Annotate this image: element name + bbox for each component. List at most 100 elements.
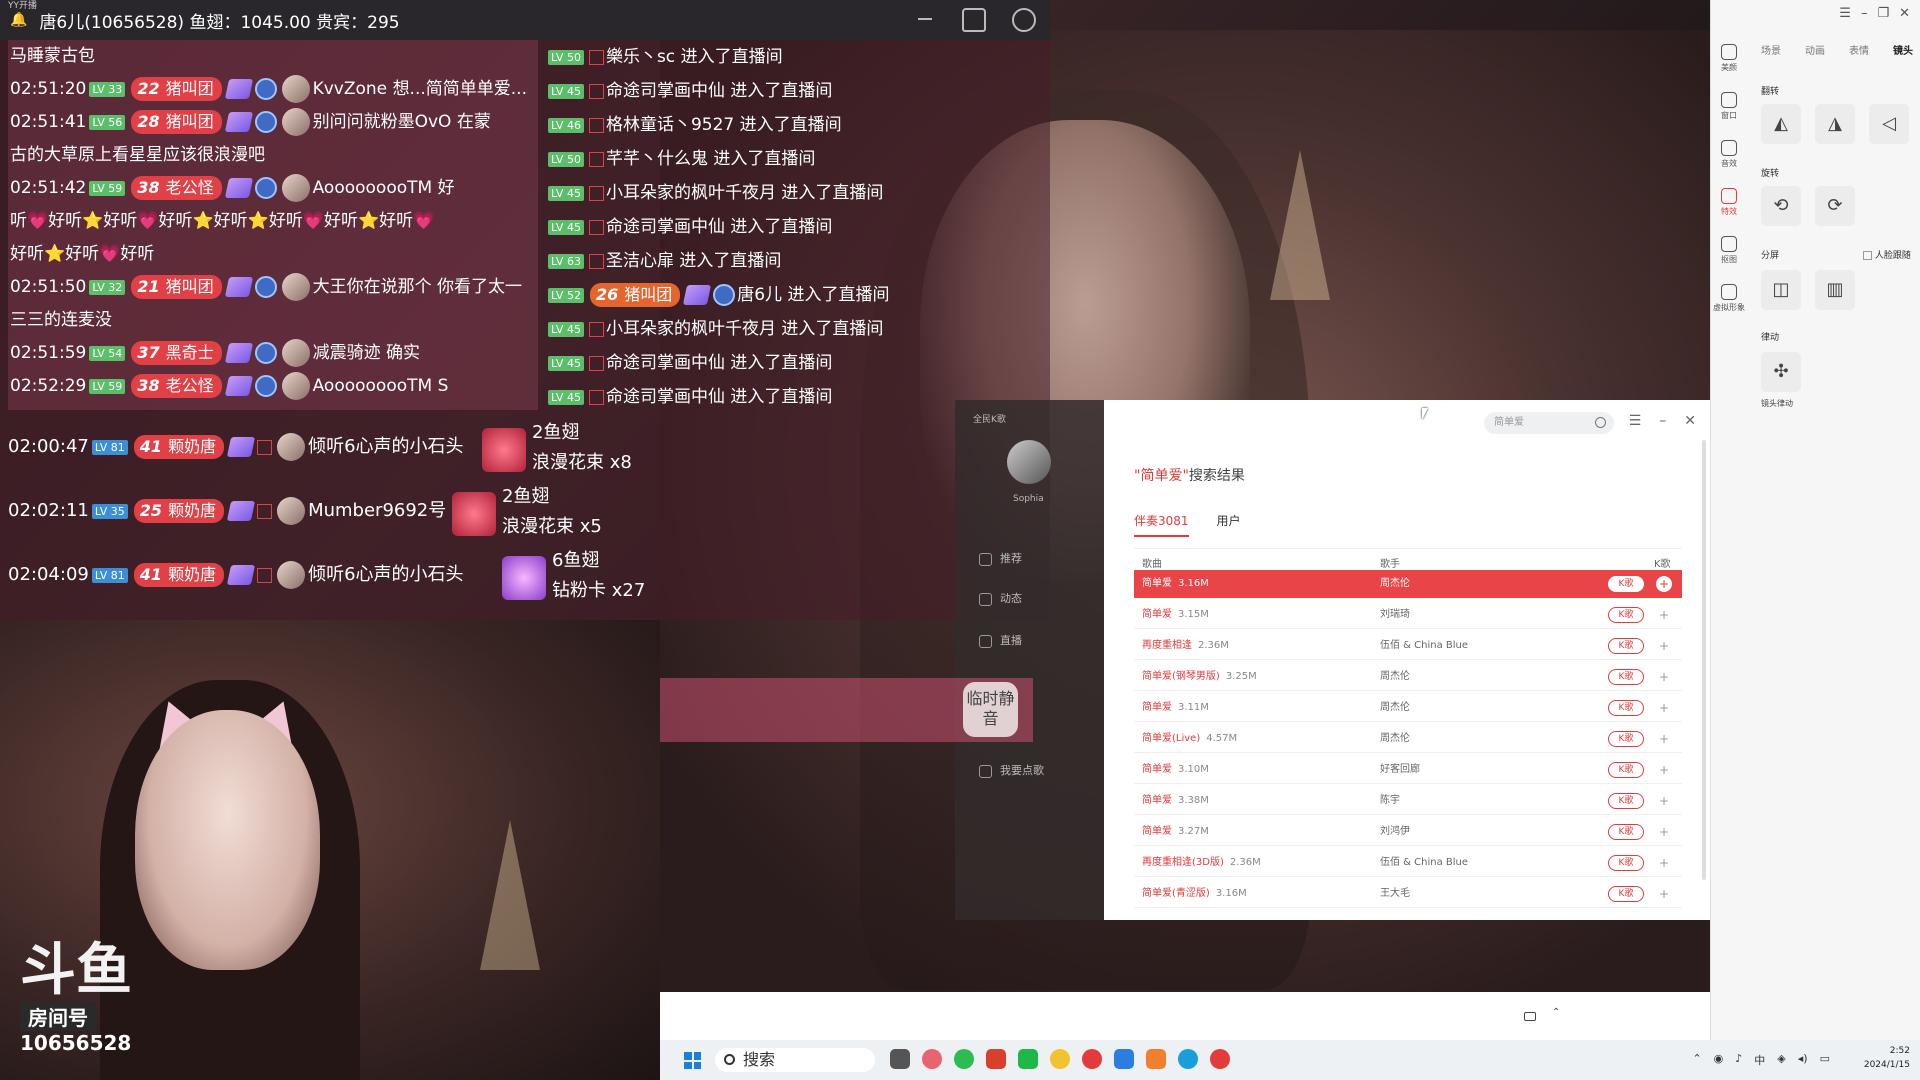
song-name[interactable]: 简单爱 3.15M	[1142, 601, 1209, 629]
flip-vertical-button[interactable]: ◮	[1815, 104, 1855, 144]
add-icon[interactable]: +	[1656, 731, 1672, 747]
scrollbar[interactable]	[1702, 440, 1706, 880]
song-singer[interactable]: 周杰伦	[1380, 663, 1410, 691]
song-row[interactable]: 再度重相逢(3D版) 2.36M 伍佰 & China Blue K歌 +	[1134, 849, 1682, 877]
song-row[interactable]: 再度重相逢 2.36M 伍佰 & China Blue K歌 +	[1134, 632, 1682, 660]
song-row[interactable]: 简单爱(青涩版) 3.16M 王大毛 K歌 +	[1134, 880, 1682, 908]
chevron-up-icon[interactable]: ⌃	[1692, 1052, 1701, 1068]
ksong-button[interactable]: K歌	[1608, 824, 1644, 840]
entry-username[interactable]: 小耳朵家的枫叶千夜月	[606, 319, 776, 339]
add-icon[interactable]: +	[1656, 886, 1672, 902]
ctrl-tab[interactable]: 镜头	[1893, 42, 1913, 57]
song-name[interactable]: 简单爱 3.38M	[1142, 787, 1209, 815]
ksong-button[interactable]: K歌	[1608, 607, 1644, 623]
avatar[interactable]	[277, 561, 306, 589]
entry-username[interactable]: 芊芊丶什么鬼	[606, 149, 708, 169]
ksong-button[interactable]: K歌	[1608, 762, 1644, 778]
song-singer[interactable]: 王大毛	[1380, 880, 1410, 908]
chat-username[interactable]: 别问问就粉墨OvO	[313, 112, 452, 132]
wechat-icon[interactable]	[954, 1049, 974, 1069]
ksong-menu-item[interactable]: 推荐	[979, 550, 1022, 566]
rail-item[interactable]: 窗口	[1711, 92, 1747, 136]
song-singer[interactable]: 刘瑞琦	[1380, 601, 1410, 629]
ksong-button[interactable]: K歌	[1608, 886, 1644, 902]
fan-badge[interactable]: 21 猪叫团	[131, 275, 222, 299]
camera-icon[interactable]	[1524, 1012, 1536, 1021]
menu-icon[interactable]: ☰	[1839, 6, 1851, 21]
avatar[interactable]	[281, 372, 310, 400]
fan-badge[interactable]: 38 老公怪	[131, 176, 222, 200]
ksong-menu-item[interactable]: 直播	[979, 632, 1022, 648]
avatar[interactable]	[281, 108, 310, 136]
edge-icon[interactable]	[1178, 1049, 1198, 1069]
fan-badge[interactable]: 26 猪叫团	[589, 283, 681, 307]
rotate-right-button[interactable]: ⟳	[1815, 186, 1855, 226]
windows-start-icon[interactable]	[684, 1052, 701, 1069]
song-singer[interactable]: 刘鸿伊	[1380, 818, 1410, 846]
ctrl-tab[interactable]: 动画	[1805, 42, 1825, 57]
entry-username[interactable]: 命途司掌画中仙	[606, 81, 725, 101]
song-row[interactable]: 简单爱 3.11M 周杰伦 K歌 +	[1134, 694, 1682, 722]
app-tray-icon[interactable]: ◉	[1714, 1052, 1724, 1068]
gift-username[interactable]: 倾听6心声的小石头	[308, 436, 463, 457]
lens-motion-button[interactable]: ✣	[1761, 352, 1801, 392]
app-icon-5[interactable]	[1146, 1049, 1166, 1069]
ksong-button[interactable]: K歌	[1608, 855, 1644, 871]
rail-item[interactable]: 抠图	[1711, 236, 1747, 280]
fan-badge[interactable]: 28 猪叫团	[131, 110, 222, 134]
fan-badge[interactable]: 41 颗奶唐	[133, 435, 225, 459]
chat-titlebar[interactable]: 🔔 YY开播 唐6儿(10656528) 鱼翅：1045.00 贵宾：295	[0, 0, 1050, 40]
entry-username[interactable]: 圣洁心扉	[606, 251, 674, 271]
rail-item[interactable]: 美颜	[1711, 44, 1747, 88]
chrome-icon[interactable]	[1050, 1049, 1070, 1069]
ksong-menu-item[interactable]: 我要点歌	[979, 762, 1044, 778]
song-singer[interactable]: 周杰伦	[1380, 694, 1410, 722]
entry-username[interactable]: 唐6儿	[737, 285, 782, 305]
song-row[interactable]: 简单爱(Live) 4.57M 周杰伦 K歌 +	[1134, 725, 1682, 753]
fan-badge[interactable]: 37 黑奇士	[131, 341, 222, 365]
entry-username[interactable]: 格林童话丶9527	[606, 115, 734, 135]
chat-username[interactable]: AooooooooTM	[313, 376, 433, 396]
ksong-button[interactable]: K歌	[1608, 731, 1644, 747]
ime-indicator[interactable]: 中	[1754, 1052, 1765, 1068]
split-two-button[interactable]: ◫	[1761, 270, 1801, 310]
search-icon[interactable]	[1595, 417, 1606, 428]
song-name[interactable]: 再度重相逢 2.36M	[1142, 632, 1229, 660]
entry-username[interactable]: 命途司掌画中仙	[606, 387, 725, 407]
chat-username[interactable]: 大王你在说那个	[313, 277, 432, 297]
minimize-icon[interactable]: –	[1659, 413, 1666, 429]
fan-badge[interactable]: 41 颗奶唐	[133, 563, 225, 587]
wifi-icon[interactable]: ◈	[1777, 1052, 1785, 1068]
add-icon[interactable]: +	[1656, 700, 1672, 716]
ksong-menu-item[interactable]: 动态	[979, 590, 1022, 606]
song-singer[interactable]: 周杰伦	[1380, 570, 1410, 598]
bell-icon[interactable]: 🔔	[10, 12, 27, 28]
lock-icon[interactable]	[962, 8, 986, 32]
song-name[interactable]: 简单爱(青涩版) 3.16M	[1142, 880, 1247, 908]
avatar[interactable]	[277, 433, 306, 461]
song-name[interactable]: 简单爱(Live) 4.57M	[1142, 725, 1237, 753]
minimize-icon[interactable]: –	[1861, 6, 1868, 21]
add-icon[interactable]: +	[1656, 762, 1672, 778]
close-icon[interactable]: ✕	[1899, 6, 1910, 21]
fan-badge[interactable]: 22 猪叫团	[131, 77, 222, 101]
ksong-button[interactable]: K歌	[1608, 793, 1644, 809]
mic-icon[interactable]: ♪	[1735, 1052, 1742, 1068]
song-name[interactable]: 简单爱 3.11M	[1142, 694, 1209, 722]
song-name[interactable]: 简单爱 3.10M	[1142, 756, 1209, 784]
face-track-checkbox[interactable]: 人脸跟随	[1863, 248, 1911, 261]
add-icon[interactable]: +	[1656, 793, 1672, 809]
rail-item[interactable]: 虚拟形象	[1711, 284, 1747, 328]
gift-username[interactable]: Mumber9692号	[308, 500, 446, 521]
song-name[interactable]: 简单爱 3.27M	[1142, 818, 1209, 846]
app-icon-2[interactable]	[986, 1049, 1006, 1069]
restore-icon[interactable]: ❐	[1877, 6, 1889, 21]
song-row[interactable]: 简单爱 3.27M 刘鸿伊 K歌 +	[1134, 818, 1682, 846]
avatar[interactable]	[1007, 440, 1051, 484]
song-row[interactable]: 简单爱 3.15M 刘瑞琦 K歌 +	[1134, 601, 1682, 629]
chat-username[interactable]: 减震骑迹	[313, 343, 381, 363]
entry-username[interactable]: 命途司掌画中仙	[606, 353, 725, 373]
entry-username[interactable]: 樂乐丶sc	[606, 47, 675, 67]
clock[interactable]: 2:52 2024/1/15	[1864, 1044, 1910, 1072]
ksong-app-icon[interactable]	[1210, 1049, 1230, 1069]
